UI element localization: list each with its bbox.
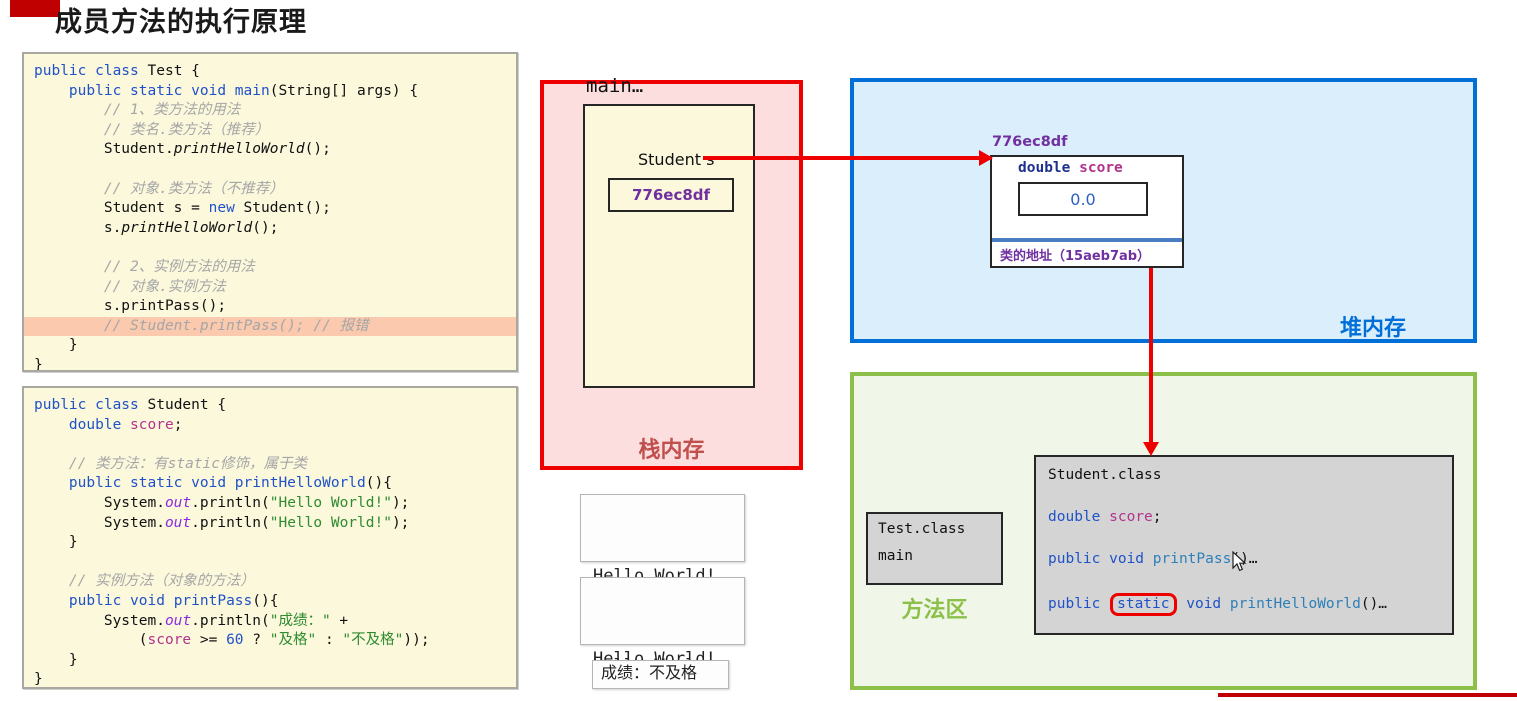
- test-class-method: main: [878, 548, 913, 564]
- student-class-field: double score;: [1048, 509, 1162, 525]
- mouse-pointer-icon: [1232, 551, 1247, 572]
- heap-object-field-label: double score: [1018, 160, 1123, 176]
- stack-frame-label: main…: [586, 75, 644, 97]
- heap-field-type: double: [1018, 160, 1071, 176]
- student-class-title: Student.class: [1048, 467, 1162, 483]
- code-line: // 类名.类方法（推荐）: [34, 121, 270, 138]
- code-line: }: [34, 356, 43, 372]
- heap-object-address: 776ec8df: [992, 134, 1068, 150]
- code-line: public void printPass(){: [68, 592, 279, 609]
- console-output-box-2: Hello World! Hello World!: [580, 577, 745, 669]
- code-block-student: public class Student { double score; // …: [22, 386, 518, 689]
- heap-object-divider: [992, 238, 1182, 242]
- heap-class-address-label: 类的地址（15aeb7ab）: [1000, 249, 1151, 264]
- code-line: }: [34, 534, 78, 551]
- code-line: }: [34, 337, 78, 354]
- stack-frame-box: [583, 104, 755, 388]
- code-line: double score;: [68, 416, 183, 433]
- code-line: Student.printHelloWorld();: [34, 141, 331, 158]
- console-output-box-3: 成绩：不及格: [592, 660, 729, 689]
- header-accent-square: [10, 0, 60, 17]
- stack-variable-value-box: 776ec8df: [608, 178, 734, 212]
- code-line: // 实例方法（对象的方法）: [34, 573, 255, 590]
- heap-field-value: 0.0: [1070, 189, 1096, 209]
- code-line: // 类方法：有static修饰，属于类: [34, 455, 307, 472]
- code-line: }: [34, 671, 43, 688]
- stack-memory-caption: 栈内存: [638, 438, 705, 463]
- test-class-box: Test.class main: [866, 512, 1003, 585]
- code-line: public class Student {: [34, 397, 227, 413]
- code-line: System.out.println("Hello World!");: [34, 494, 410, 511]
- code-line: // 1、类方法的用法: [34, 102, 241, 119]
- code-line: public static void printHelloWorld(){: [68, 475, 392, 492]
- method-area-caption: 方法区: [901, 598, 968, 623]
- stack-variable-value: 776ec8df: [631, 186, 711, 204]
- code-line: s.printPass();: [34, 298, 227, 315]
- code-line: Student s = new Student();: [34, 200, 331, 217]
- student-class-method-static: public static void printHelloWorld()…: [1048, 593, 1452, 635]
- static-keyword-highlight: static: [1110, 593, 1177, 616]
- test-class-name: Test.class: [878, 521, 966, 537]
- code-line: // 2、实例方法的用法: [34, 258, 255, 275]
- bottom-red-rule: [1218, 693, 1517, 697]
- code-line: // 对象.实例方法: [34, 278, 226, 295]
- heap-field-value-box: 0.0: [1018, 182, 1148, 216]
- code-line: System.out.println("成绩：" +: [34, 612, 349, 629]
- code-line: public class Test {: [34, 63, 200, 79]
- reference-arrow-stack-to-heap: [703, 150, 993, 166]
- console-output-box-1: Hello World! Hello World!: [580, 494, 745, 676]
- code-line: (score >= 60 ? "及格" : "不及格"));: [34, 632, 430, 649]
- page-title: 成员方法的执行原理: [55, 7, 307, 38]
- heap-memory-caption: 堆内存: [1340, 316, 1407, 341]
- code-line: }: [34, 651, 78, 668]
- class-address-arrow-heap-to-method: [1143, 268, 1159, 456]
- student-class-method-instance: public void printPass()…: [1048, 551, 1258, 567]
- code-line-highlighted: // Student.printPass(); // 报错: [24, 316, 516, 337]
- code-line: s.printHelloWorld();: [34, 219, 279, 236]
- slide-canvas: 成员方法的执行原理 public class Test { public sta…: [0, 0, 1517, 701]
- code-line: public static void main(String[] args) {: [68, 82, 419, 99]
- heap-field-name: score: [1079, 160, 1123, 176]
- code-line: // 对象.类方法（不推荐）: [34, 180, 284, 197]
- code-block-test: public class Test { public static void m…: [22, 52, 518, 372]
- code-line: System.out.println("Hello World!");: [34, 514, 410, 531]
- student-class-box: Student.class double score; public void …: [1034, 455, 1454, 635]
